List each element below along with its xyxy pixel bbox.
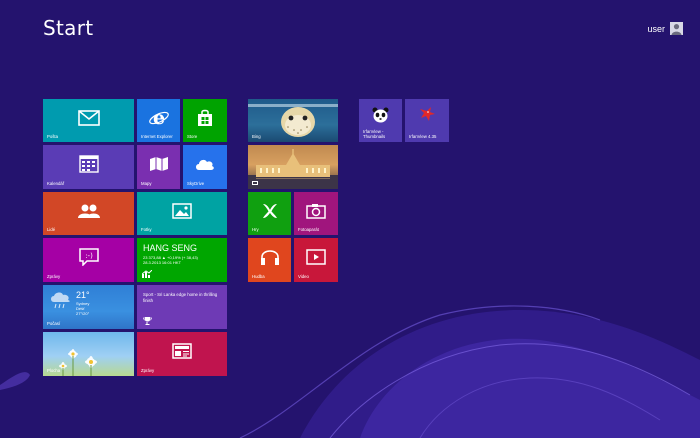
tile-label: Video: [298, 273, 309, 279]
sport-headline: Sport - Sri Lanka edge home in thrilling…: [143, 292, 218, 303]
tile-games[interactable]: Hry: [248, 192, 291, 235]
tile-internet-explorer[interactable]: e Internet Explorer: [137, 99, 180, 142]
chat-bubble-icon: :-): [78, 248, 99, 267]
photo-icon: [172, 203, 192, 219]
tile-label: Bing: [252, 133, 261, 139]
tile-label: Pošta: [47, 133, 58, 139]
tile-label: Počasí: [47, 320, 61, 326]
weather-temperature: 21°: [76, 290, 90, 300]
tile-video[interactable]: Video: [294, 238, 338, 282]
shopping-bag-icon: [198, 109, 212, 126]
tile-mail[interactable]: Pošta: [43, 99, 134, 142]
weather-range: 27°/20°: [76, 311, 90, 316]
chart-icon: [142, 270, 152, 278]
tile-label: SkyDrive: [187, 180, 205, 186]
tile-sport[interactable]: Sport - Sri Lanka edge home in thrilling…: [137, 285, 227, 329]
cloud-rain-icon: [51, 292, 70, 309]
xbox-icon: [262, 203, 277, 218]
play-video-icon: [306, 249, 326, 266]
finance-index-name: HANG SENG: [143, 243, 198, 253]
page-title: Start: [43, 16, 94, 40]
tile-finance[interactable]: HANG SENG 23 ‎373,88 ▲ +0,19% (+ 38,43) …: [137, 238, 227, 282]
map-icon: [149, 157, 168, 172]
tile-travel-image[interactable]: [248, 145, 338, 189]
parliament-building-image: [248, 149, 338, 189]
tile-maps[interactable]: Mapy: [137, 145, 180, 189]
tile-news[interactable]: Zprávy: [137, 332, 227, 376]
tile-irfanview-thumbnails[interactable]: IrfanView - Thumbnails: [359, 99, 402, 142]
pufferfish-image: [248, 104, 338, 137]
tile-calendar[interactable]: Kalendář: [43, 145, 134, 189]
tile-weather[interactable]: 21° Sydney Déšť 27°/20° Počasí: [43, 285, 134, 329]
cloud-icon: [196, 160, 214, 171]
tile-skydrive[interactable]: SkyDrive: [183, 145, 227, 189]
tile-label: Internet Explorer: [141, 133, 173, 139]
tile-store[interactable]: Store: [183, 99, 227, 142]
tile-label: Fotky: [141, 226, 152, 232]
tile-camera[interactable]: Fotoaparát: [294, 192, 338, 235]
people-icon: [77, 204, 100, 218]
svg-text:e: e: [152, 108, 164, 128]
finance-date: 28.3.2013 16:01 HKT: [143, 260, 182, 265]
tile-label: Plocha: [47, 367, 61, 373]
user-name: user: [647, 23, 665, 34]
mail-icon: [77, 110, 100, 126]
camera-icon: [306, 203, 326, 219]
tile-people[interactable]: Lidé: [43, 192, 134, 235]
tile-label: Kalendář: [47, 180, 65, 186]
tile-desktop[interactable]: Plocha: [43, 332, 134, 376]
panda-icon: [372, 107, 389, 123]
tile-label: Lidé: [47, 226, 56, 232]
tile-label: Hry: [252, 226, 259, 232]
trophy-icon: [143, 317, 152, 325]
tile-bing[interactable]: Bing: [248, 99, 338, 142]
tile-label: IrfanView - Thumbnails: [363, 128, 386, 139]
tile-label: Fotoaparát: [298, 226, 319, 232]
tile-label: IrfanView 4.35: [409, 133, 437, 139]
tile-label: Zprávy: [47, 273, 61, 279]
tile-label: Store: [187, 133, 198, 139]
tile-label: Mapy: [141, 180, 152, 186]
tile-music[interactable]: Hudba: [248, 238, 291, 282]
newspaper-icon: [172, 343, 192, 360]
irfanview-cat-icon: [420, 107, 435, 121]
tile-label: Hudba: [252, 273, 265, 279]
user-account[interactable]: user: [647, 22, 683, 35]
tile-messaging[interactable]: :-) Zprávy: [43, 238, 134, 282]
headphones-icon: [260, 250, 279, 266]
svg-text::-): :-): [85, 252, 93, 260]
tile-irfanview[interactable]: IrfanView 4.35: [405, 99, 449, 142]
avatar: [670, 22, 683, 35]
calendar-icon: [78, 155, 99, 174]
tile-photos[interactable]: Fotky: [137, 192, 227, 235]
tile-label: Zprávy: [141, 367, 155, 373]
internet-explorer-icon: e: [148, 108, 169, 128]
